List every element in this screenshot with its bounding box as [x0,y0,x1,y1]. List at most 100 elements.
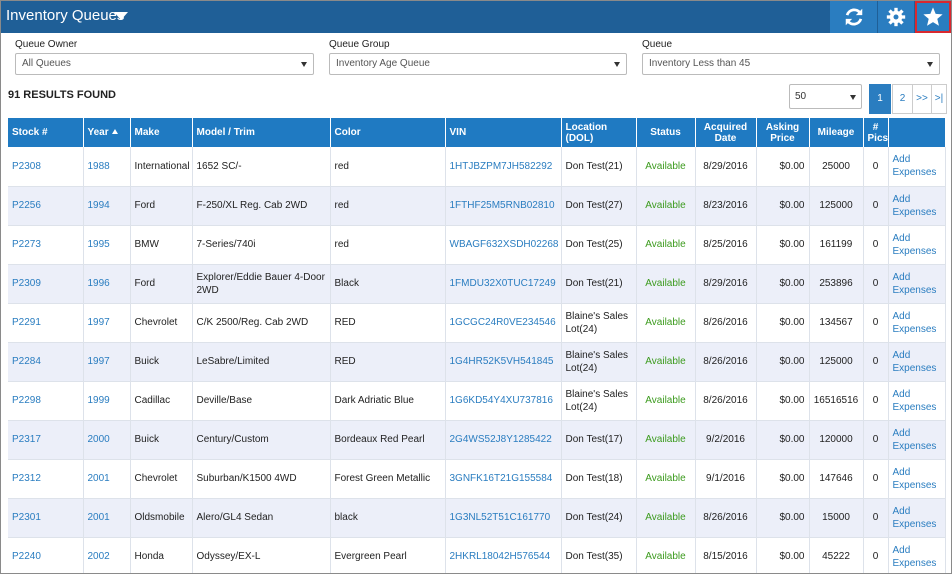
status-cell: Available [636,186,696,226]
page-size-select[interactable]: 50 [789,84,862,109]
column-header-acquired[interactable]: Acquired Date [695,118,757,147]
chevron-down-icon[interactable] [114,12,128,20]
add-expenses-link[interactable]: Add Expenses [888,303,946,343]
column-header-location[interactable]: Location (DOL) [561,118,637,147]
add-expenses-link[interactable]: Add Expenses [888,186,946,226]
table-row: P2298 1999 Cadillac Deville/Base Dark Adriat… [8,381,946,421]
make-cell: Buick [130,342,193,382]
settings-button[interactable] [878,1,914,33]
asking-price-cell: $0.00 [756,420,810,460]
stock-link[interactable]: P2317 [8,420,84,460]
vin-link[interactable]: 1G6KD54Y4XU737816 [445,381,562,421]
add-expenses-link[interactable]: Add Expenses [888,420,946,460]
stock-link[interactable]: P2273 [8,225,84,265]
year-cell: 1997 [83,303,131,343]
color-cell: Evergreen Pearl [330,537,446,573]
queue-group-select[interactable]: Inventory Age Queue [329,53,627,75]
year-cell: 2002 [83,537,131,573]
stock-link[interactable]: P2309 [8,264,84,304]
page-title: Inventory Queues [6,7,125,24]
column-header-status[interactable]: Status [636,118,696,147]
vin-link[interactable]: WBAGF632XSDH02268 [445,225,562,265]
column-header-make[interactable]: Make [130,118,193,147]
make-cell: International [130,147,193,187]
vin-link[interactable]: 1HTJBZPM7JH582292 [445,147,562,187]
vin-link[interactable]: 2G4WS52J8Y1285422 [445,420,562,460]
chevron-down-icon [301,62,307,67]
status-cell: Available [636,381,696,421]
location-cell: Blaine's Sales Lot(24) [561,342,637,382]
refresh-icon [845,8,862,26]
column-header-vin[interactable]: VIN [445,118,562,147]
mileage-cell: 253896 [809,264,864,304]
queue-select[interactable]: Inventory Less than 45 [642,53,940,75]
column-header-actions [888,118,946,147]
page-1-button[interactable]: 1 [869,84,891,114]
favorite-button[interactable] [915,1,951,33]
column-header-color[interactable]: Color [330,118,446,147]
stock-link[interactable]: P2312 [8,459,84,499]
add-expenses-link[interactable]: Add Expenses [888,342,946,382]
column-header-price[interactable]: Asking Price [756,118,810,147]
sort-ascending-icon [111,129,118,134]
location-cell: Don Test(25) [561,225,637,265]
column-header-stock[interactable]: Stock # [8,118,84,147]
add-expenses-link[interactable]: Add Expenses [888,459,946,499]
acquired-date-cell: 8/25/2016 [695,225,757,265]
stock-link[interactable]: P2256 [8,186,84,226]
make-cell: Buick [130,420,193,460]
stock-link[interactable]: P2298 [8,381,84,421]
table-header-row: Stock # Year Make Model / Trim Color VIN… [8,118,946,147]
pics-cell: 0 [863,459,889,499]
vin-link[interactable]: 1GCGC24R0VE234546 [445,303,562,343]
column-header-model[interactable]: Model / Trim [192,118,331,147]
next-page-button[interactable]: >> [912,84,932,114]
stock-link[interactable]: P2301 [8,498,84,538]
table-row: P2308 1988 International 1652 SC/- red 1HTJBZ… [8,147,946,187]
stock-link[interactable]: P2284 [8,342,84,382]
column-header-mileage[interactable]: Mileage [809,118,864,147]
vin-link[interactable]: 1FTHF25M5RNB02810 [445,186,562,226]
stock-link[interactable]: P2240 [8,537,84,573]
make-cell: BMW [130,225,193,265]
last-page-button[interactable]: >| [931,84,947,114]
vin-link[interactable]: 2HKRL18042H576544 [445,537,562,573]
add-expenses-link[interactable]: Add Expenses [888,225,946,265]
table-row: P2317 2000 Buick Century/Custom Bordeaux Red… [8,420,946,460]
stock-link[interactable]: P2291 [8,303,84,343]
table-row: P2312 2001 Chevrolet Suburban/K1500 4WD Fore… [8,459,946,499]
make-cell: Honda [130,537,193,573]
stock-link[interactable]: P2308 [8,147,84,187]
table-row: P2273 1995 BMW 7-Series/740i red WBAGF632XSDH… [8,225,946,265]
asking-price-cell: $0.00 [756,186,810,226]
queue-owner-select[interactable]: All Queues [15,53,314,75]
add-expenses-link[interactable]: Add Expenses [888,147,946,187]
asking-price-cell: $0.00 [756,303,810,343]
column-header-year[interactable]: Year [83,118,131,147]
refresh-button[interactable] [830,1,877,33]
asking-price-cell: $0.00 [756,459,810,499]
pics-cell: 0 [863,537,889,573]
queue-value: Inventory Less than 45 [649,58,751,69]
vin-link[interactable]: 3GNFK16T21G155584 [445,459,562,499]
queue-owner-value: All Queues [22,58,71,69]
page-2-button[interactable]: 2 [892,84,913,114]
vin-link[interactable]: 1G4HR52K5VH541845 [445,342,562,382]
add-expenses-link[interactable]: Add Expenses [888,537,946,573]
color-cell: black [330,498,446,538]
location-cell: Don Test(35) [561,537,637,573]
vin-link[interactable]: 1FMDU32X0TUC17249 [445,264,562,304]
pics-cell: 0 [863,225,889,265]
add-expenses-link[interactable]: Add Expenses [888,264,946,304]
acquired-date-cell: 8/15/2016 [695,537,757,573]
model-cell: Alero/GL4 Sedan [192,498,331,538]
vin-link[interactable]: 1G3NL52T51C161770 [445,498,562,538]
location-cell: Blaine's Sales Lot(24) [561,303,637,343]
add-expenses-link[interactable]: Add Expenses [888,381,946,421]
add-expenses-link[interactable]: Add Expenses [888,498,946,538]
status-cell: Available [636,225,696,265]
year-cell: 1988 [83,147,131,187]
table-row: P2284 1997 Buick LeSabre/Limited RED 1G4HR52K… [8,342,946,382]
column-header-pics[interactable]: # Pics [863,118,889,147]
star-icon [923,7,943,26]
